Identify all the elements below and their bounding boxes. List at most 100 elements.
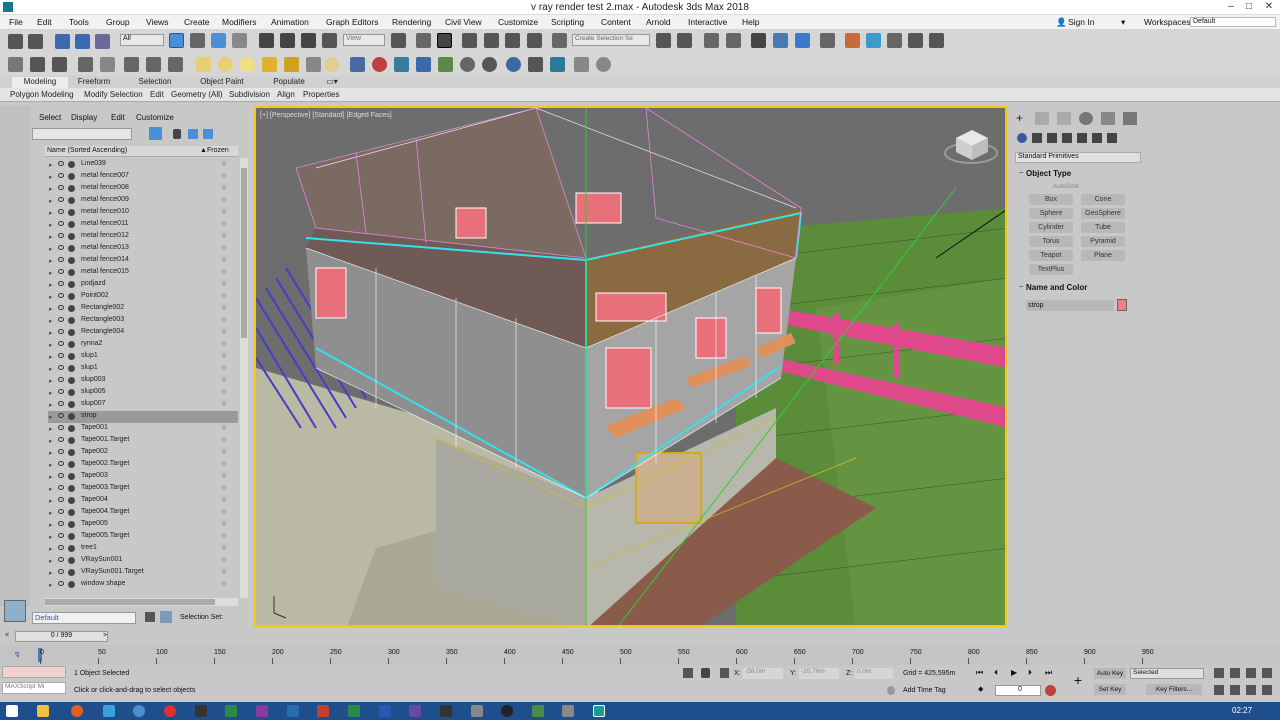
- freeze-icon[interactable]: ❄: [221, 400, 227, 408]
- freeze-icon[interactable]: ❄: [221, 496, 227, 504]
- geosphere-button[interactable]: GeoSphere: [1081, 208, 1125, 219]
- modify-tab-icon[interactable]: [1035, 112, 1049, 125]
- explorer-scrollbar[interactable]: [240, 158, 248, 598]
- media-icon[interactable]: [501, 705, 513, 717]
- freeze-icon[interactable]: ❄: [221, 568, 227, 576]
- active-shade-icon[interactable]: [929, 33, 944, 48]
- ribbon-options-icon[interactable]: ▭▾: [324, 77, 340, 88]
- sign-in-link[interactable]: Sign In: [1068, 17, 1094, 27]
- tab-modeling[interactable]: Modeling: [12, 77, 68, 88]
- column-frozen-header[interactable]: Frozen: [207, 147, 229, 154]
- scene-object-row[interactable]: ▸ Tape004.Target ❄: [48, 507, 238, 519]
- expand-toggle-icon[interactable]: ▸: [49, 581, 53, 589]
- time-next-arrow-icon[interactable]: >: [103, 632, 111, 641]
- vray-sphere-icon[interactable]: [240, 57, 255, 72]
- visibility-eye-icon[interactable]: [58, 425, 64, 430]
- set-key-big-icon[interactable]: +: [1069, 672, 1087, 690]
- scene-object-row[interactable]: ▸ rynna2 ❄: [48, 339, 238, 351]
- rectangular-selection-icon[interactable]: [211, 33, 226, 48]
- panel-polygon-modeling[interactable]: Polygon Modeling: [10, 90, 74, 99]
- panel-properties[interactable]: Properties: [303, 90, 339, 99]
- color-edit-icon[interactable]: [394, 57, 409, 72]
- visibility-eye-icon[interactable]: [58, 377, 64, 382]
- menu-graph-editors[interactable]: Graph Editors: [326, 17, 378, 27]
- go-to-start-icon[interactable]: ⏮: [976, 668, 986, 678]
- vray-fur-icon[interactable]: [262, 57, 277, 72]
- scene-object-row[interactable]: ▸ metal fence015 ❄: [48, 267, 238, 279]
- scene-object-row[interactable]: ▸ Line039 ❄: [48, 159, 238, 171]
- visio-icon[interactable]: [409, 705, 421, 717]
- hierarchy-icon[interactable]: [188, 129, 198, 139]
- freeze-icon[interactable]: ❄: [221, 388, 227, 396]
- key-mode-icon[interactable]: ◆: [978, 685, 988, 695]
- scene-object-row[interactable]: ▸ podjazd ❄: [48, 279, 238, 291]
- explorer-search-input[interactable]: [32, 128, 132, 140]
- vray-dome-icon[interactable]: [124, 57, 139, 72]
- manipulate-icon[interactable]: [416, 33, 431, 48]
- menu-modifiers[interactable]: Modifiers: [222, 17, 256, 27]
- visibility-eye-icon[interactable]: [58, 461, 64, 466]
- vray-ies-icon[interactable]: [146, 57, 161, 72]
- scene-object-row[interactable]: ▸ Tape005 ❄: [48, 519, 238, 531]
- maximize-viewport-icon[interactable]: [1262, 685, 1272, 695]
- freeze-icon[interactable]: ❄: [221, 220, 227, 228]
- freeze-icon[interactable]: ❄: [221, 424, 227, 432]
- clone-icon[interactable]: [528, 57, 543, 72]
- forest-help-icon[interactable]: [482, 57, 497, 72]
- time-slider[interactable]: 0 / 999: [15, 631, 108, 642]
- space-warps-icon[interactable]: [1092, 133, 1102, 143]
- explorer-scroll-thumb[interactable]: [241, 168, 247, 338]
- expand-toggle-icon[interactable]: ▸: [49, 209, 53, 217]
- word-icon[interactable]: [379, 705, 391, 717]
- display-tab-icon[interactable]: [1101, 112, 1115, 125]
- menu-group[interactable]: Group: [106, 17, 130, 27]
- vray-app-icon[interactable]: [440, 705, 452, 717]
- name-color-rollout-title[interactable]: Name and Color: [1026, 283, 1087, 292]
- expand-toggle-icon[interactable]: ▸: [49, 341, 53, 349]
- scene-object-row[interactable]: ▸ VRaySun001.Target ❄: [48, 567, 238, 579]
- object-color-swatch[interactable]: [1117, 299, 1127, 311]
- scene-object-row[interactable]: ▸ tree1 ❄: [48, 543, 238, 555]
- expand-toggle-icon[interactable]: ▸: [49, 329, 53, 337]
- visibility-eye-icon[interactable]: [58, 497, 64, 502]
- pivot-icon[interactable]: [391, 33, 406, 48]
- expand-toggle-icon[interactable]: ▸: [49, 413, 53, 421]
- tab-selection[interactable]: Selection: [128, 77, 182, 88]
- chrome-icon[interactable]: [133, 705, 145, 717]
- plane-icon[interactable]: [196, 57, 211, 72]
- visibility-eye-icon[interactable]: [58, 533, 64, 538]
- time-tag-icon[interactable]: [887, 686, 895, 695]
- expand-toggle-icon[interactable]: ▸: [49, 437, 53, 445]
- freeze-icon[interactable]: ❄: [221, 184, 227, 192]
- visibility-eye-icon[interactable]: [58, 485, 64, 490]
- freeze-icon[interactable]: ❄: [221, 292, 227, 300]
- toggle-ribbon-icon[interactable]: [751, 33, 766, 48]
- panel-geometry[interactable]: Geometry (All): [171, 90, 223, 99]
- powerpoint-icon[interactable]: [317, 705, 329, 717]
- visibility-eye-icon[interactable]: [58, 317, 64, 322]
- scene-object-row[interactable]: ▸ metal fence008 ❄: [48, 183, 238, 195]
- expand-toggle-icon[interactable]: ▸: [49, 245, 53, 253]
- publisher-icon[interactable]: [348, 705, 360, 717]
- freeze-icon[interactable]: ❄: [221, 484, 227, 492]
- freeze-icon[interactable]: ❄: [221, 196, 227, 204]
- rollout-collapse-icon[interactable]: −: [1019, 284, 1023, 291]
- curve-editor-icon[interactable]: [773, 33, 788, 48]
- freeze-icon[interactable]: ❄: [221, 436, 227, 444]
- visibility-eye-icon[interactable]: [58, 293, 64, 298]
- orbit-icon[interactable]: [1246, 685, 1256, 695]
- absolute-mode-icon[interactable]: [720, 668, 729, 678]
- visibility-eye-icon[interactable]: [58, 449, 64, 454]
- scene-object-row[interactable]: ▸ VRaySun001 ❄: [48, 555, 238, 567]
- cone-button[interactable]: Cone: [1081, 194, 1125, 205]
- cylinder-button[interactable]: Cylinder: [1029, 222, 1073, 233]
- selection-set-icon[interactable]: [160, 611, 172, 623]
- systems-icon[interactable]: [1107, 133, 1117, 143]
- visibility-eye-icon[interactable]: [58, 521, 64, 526]
- freeze-icon[interactable]: ❄: [221, 580, 227, 588]
- onenote-icon[interactable]: [256, 705, 268, 717]
- explorer-hscroll-thumb[interactable]: [45, 599, 215, 605]
- mirror-icon[interactable]: [656, 33, 671, 48]
- freeze-icon[interactable]: ❄: [221, 544, 227, 552]
- align-icon[interactable]: [677, 33, 692, 48]
